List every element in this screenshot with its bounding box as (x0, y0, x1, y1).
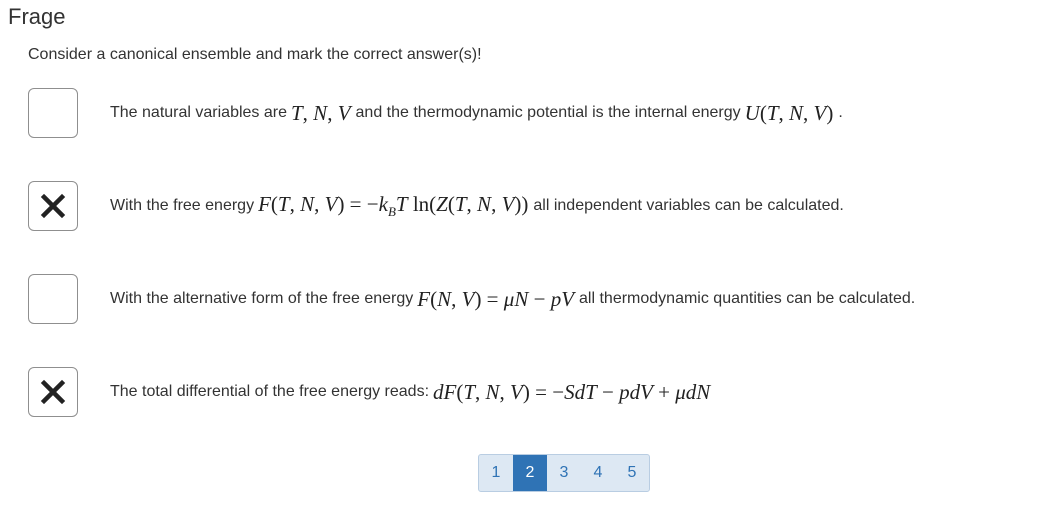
answer-text-before: The total differential of the free energ… (110, 383, 430, 400)
math-total-differential: dF(T, N, V) = −SdT − pdV + μdN (433, 379, 711, 404)
answer-checkbox-4[interactable] (28, 367, 78, 417)
answer-text-before: The natural variables are (110, 104, 287, 121)
answer-text-after: all thermodynamic quantities can be calc… (579, 290, 916, 307)
answer-text-before: With the alternative form of the free en… (110, 290, 414, 307)
math-internal-energy: U(T, N, V) (744, 100, 834, 125)
close-x-icon (40, 379, 66, 405)
answer-text-3: With the alternative form of the free en… (110, 274, 915, 324)
math-free-energy: F(T, N, V) = −kBT ln(Z(T, N, V)) (258, 191, 529, 220)
answer-option-1: The natural variables are T, N, V and th… (28, 88, 1028, 140)
answer-text-1: The natural variables are T, N, V and th… (110, 88, 843, 138)
question-pagination: 1 2 3 4 5 (478, 454, 650, 492)
math-alt-free-energy: F(N, V) = μN − pV (417, 286, 575, 311)
question-prompt: Consider a canonical ensemble and mark t… (28, 46, 482, 63)
answer-option-3: With the alternative form of the free en… (28, 274, 1028, 326)
close-x-icon (40, 193, 66, 219)
answer-text-after: . (838, 104, 843, 121)
answer-text-4: The total differential of the free energ… (110, 367, 715, 417)
question-title: Frage (8, 4, 66, 29)
page-1-button[interactable]: 1 (479, 455, 513, 491)
page-4-button[interactable]: 4 (581, 455, 615, 491)
answer-text-after: all independent variables can be calcula… (533, 197, 844, 214)
math-variables: T, N, V (290, 100, 351, 125)
page-2-button[interactable]: 2 (513, 455, 547, 491)
answer-text-middle: and the thermodynamic potential is the i… (355, 104, 741, 121)
page-3-button[interactable]: 3 (547, 455, 581, 491)
answer-option-2: With the free energy F(T, N, V) = −kBT l… (28, 181, 1028, 233)
answer-text-before: With the free energy (110, 197, 255, 214)
answer-checkbox-1[interactable] (28, 88, 78, 138)
answer-checkbox-2[interactable] (28, 181, 78, 231)
page-5-button[interactable]: 5 (615, 455, 649, 491)
answer-checkbox-3[interactable] (28, 274, 78, 324)
answer-option-4: The total differential of the free energ… (28, 367, 1028, 419)
answer-text-2: With the free energy F(T, N, V) = −kBT l… (110, 181, 844, 231)
